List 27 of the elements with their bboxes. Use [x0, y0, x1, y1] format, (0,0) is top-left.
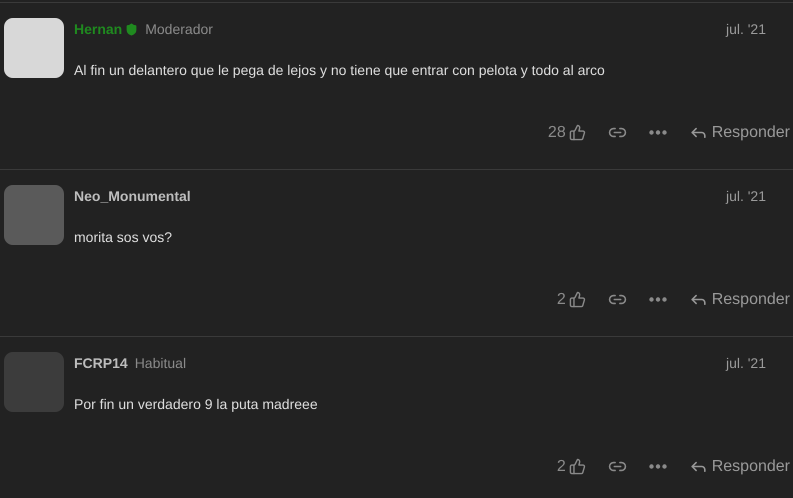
more-button[interactable] [648, 130, 667, 135]
reply-button[interactable]: Responder [688, 290, 790, 309]
more-icon [648, 464, 667, 469]
like-button[interactable]: 28 [548, 124, 586, 142]
post-date[interactable]: jul. '21 [726, 21, 766, 37]
thumbs-up-icon [568, 124, 586, 141]
username[interactable]: FCRP14 [74, 355, 128, 371]
like-button[interactable]: 2 [556, 458, 586, 476]
post-body: Al fin un delantero que le pega de lejos y no tiene que entrar con pelota y todo al arco [74, 61, 606, 79]
username[interactable]: Hernan [74, 21, 122, 37]
more-button[interactable] [648, 464, 667, 469]
post-date[interactable]: jul. '21 [726, 355, 766, 371]
thumbs-up-icon [568, 291, 586, 308]
user-title: Habitual [134, 355, 186, 371]
post-body: morita sos vos? [74, 228, 174, 246]
reply-button[interactable]: Responder [688, 123, 790, 142]
reply-button[interactable]: Responder [688, 457, 790, 476]
like-button[interactable]: 2 [556, 290, 586, 308]
post-body: Por fin un verdadero 9 la puta madreee [74, 395, 319, 413]
thumbs-up-icon [568, 458, 586, 475]
post-date[interactable]: jul. '21 [726, 188, 766, 204]
more-button[interactable] [648, 297, 667, 302]
shield-icon [125, 22, 138, 36]
more-icon [648, 297, 667, 302]
more-icon [648, 130, 667, 135]
username[interactable]: Neo_Monumental [74, 188, 191, 204]
user-title: Moderador [145, 21, 213, 37]
